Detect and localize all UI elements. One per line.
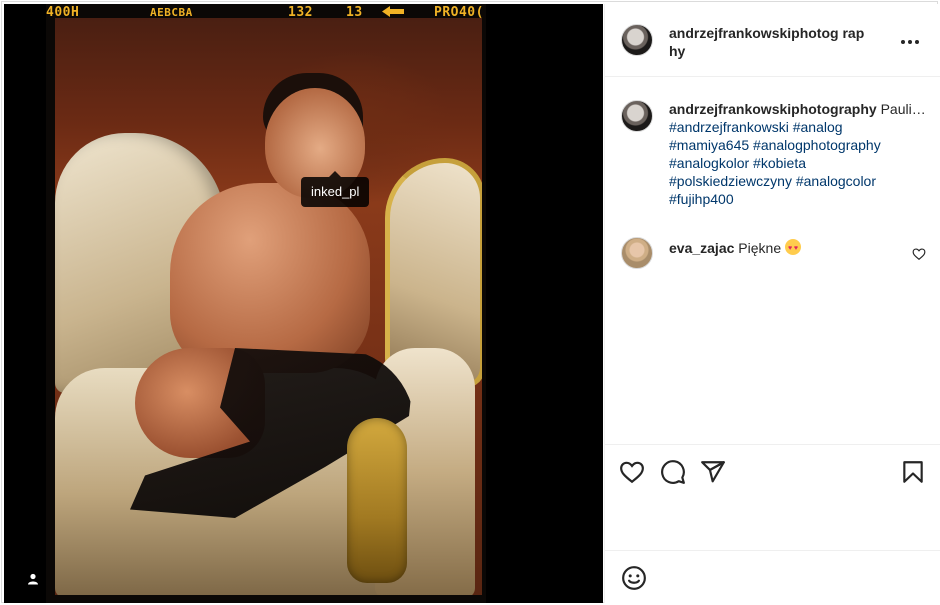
more-options-button[interactable]: [898, 30, 922, 54]
comment-icon: [661, 460, 685, 484]
comment-text: Piękne: [738, 240, 782, 256]
user-icon: [28, 573, 38, 585]
emoji-picker-button[interactable]: [621, 565, 647, 591]
post-media[interactable]: 400H AEBCBA 132 13 PRO40( inked_pl: [4, 4, 603, 603]
save-button[interactable]: [900, 459, 926, 485]
commenter-avatar[interactable]: [621, 237, 653, 269]
commenter-username[interactable]: eva_zajac: [669, 240, 734, 256]
smiley-icon: [622, 566, 646, 590]
author-avatar[interactable]: [621, 24, 653, 56]
author-username[interactable]: andrzejfrankowskiphotog raphy: [669, 24, 869, 60]
post-actions-bar: [605, 444, 940, 500]
tagged-users-button[interactable]: [20, 566, 46, 592]
caption-hashtags[interactable]: #andrzejfrankowski #analog #mamiya645 #a…: [669, 118, 926, 208]
heart-icon: [620, 461, 644, 484]
figure-torso: [170, 183, 370, 373]
heart-eyes-emoji-icon: [785, 239, 801, 258]
post-sidebar: andrzejfrankowskiphotog raphy andrzejfra…: [604, 4, 940, 603]
caption-author-username[interactable]: andrzejfrankowskiphotography: [669, 101, 877, 117]
caption-author-avatar[interactable]: [621, 100, 653, 132]
comment-button[interactable]: [660, 459, 686, 485]
paper-plane-icon: [701, 461, 725, 483]
heart-icon: [912, 248, 926, 260]
like-button[interactable]: [619, 459, 645, 485]
caption-text-start: Paulina...: [880, 101, 926, 117]
photo-user-tag[interactable]: inked_pl: [301, 171, 370, 207]
share-button[interactable]: [700, 459, 726, 485]
more-horizontal-icon: [901, 40, 905, 44]
post-photo: [55, 18, 482, 595]
gilded-swan-carving: [347, 418, 407, 583]
film-arrow-icon: [382, 6, 404, 17]
comment-like-button[interactable]: [912, 247, 926, 261]
comment-composer: [605, 550, 940, 603]
post-dialog: 400H AEBCBA 132 13 PRO40( inked_pl andrz…: [1, 1, 940, 603]
post-header: andrzejfrankowskiphotog raphy: [605, 4, 940, 77]
comment-item: eva_zajac Piękne: [621, 237, 926, 271]
bookmark-icon: [903, 461, 923, 483]
